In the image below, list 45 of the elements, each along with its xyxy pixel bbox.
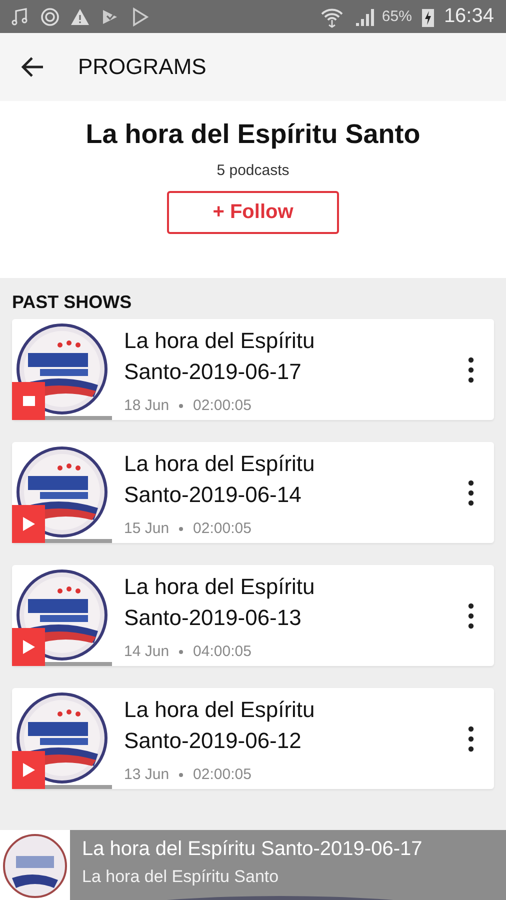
more-options-icon[interactable] (468, 726, 474, 752)
separator-dot-icon (179, 772, 184, 776)
episode-duration: 04:00:05 (193, 643, 252, 660)
section-heading: PAST SHOWS (12, 292, 133, 313)
warning-icon (70, 6, 90, 26)
battery-percent: 65% (382, 8, 412, 25)
episode-duration: 02:00:05 (193, 766, 252, 783)
episode-date: 18 Jun (124, 397, 170, 414)
play-icon (22, 640, 34, 654)
battery-charging-icon (422, 6, 434, 26)
stop-icon (22, 396, 34, 406)
separator-dot-icon (179, 650, 184, 654)
episode-date: 13 Jun (124, 766, 170, 783)
episode-date: 15 Jun (124, 520, 170, 537)
podcast-count: 5 podcasts (216, 162, 290, 179)
episode-title: La hora del Espíritu Santo-2019-06-17 (124, 327, 316, 386)
episode-title: La hora del Espíritu Santo-2019-06-12 (124, 696, 316, 755)
play-icon (22, 763, 34, 777)
signal-icon (354, 6, 376, 26)
clock: 16:34 (444, 5, 494, 28)
play-button[interactable] (12, 628, 45, 666)
page-title: PROGRAMS (78, 54, 206, 80)
follow-button[interactable]: + Follow (167, 191, 339, 234)
episode-title: La hora del Espíritu Santo-2019-06-13 (124, 573, 316, 632)
episode-card[interactable]: La hora del Espíritu Santo-2019-06-13 14 Jun 04:00:05 (12, 565, 494, 666)
program-title: La hora del Espíritu Santo (86, 119, 420, 150)
more-options-icon[interactable] (468, 480, 474, 506)
music-note-icon (10, 6, 30, 26)
more-options-icon[interactable] (468, 356, 474, 382)
episode-date: 14 Jun (124, 643, 170, 660)
play-button[interactable] (12, 505, 45, 543)
episode-card[interactable]: La hora del Espíritu Santo-2019-06-14 15 Jun 02:00:05 (12, 442, 494, 543)
separator-dot-icon (179, 404, 184, 408)
episode-title: La hora del Espíritu Santo-2019-06-14 (124, 450, 316, 509)
episode-duration: 02:00:05 (193, 397, 252, 414)
play-icon (22, 517, 34, 531)
stop-button[interactable] (12, 382, 45, 420)
play-button[interactable] (12, 751, 45, 789)
episode-duration: 02:00:05 (193, 520, 252, 537)
now-playing-subtitle: La hora del Espíritu Santo (82, 866, 280, 886)
more-options-icon[interactable] (468, 602, 474, 628)
episode-card[interactable]: La hora del Espíritu Santo-2019-06-17 18 Jun 02:00:05 (12, 319, 494, 420)
now-playing-title: La hora del Espíritu Santo-2019-06-17 (82, 838, 424, 860)
episode-card[interactable]: La hora del Espíritu Santo-2019-06-12 13 Jun 02:00:05 (12, 688, 494, 789)
separator-dot-icon (179, 526, 184, 530)
